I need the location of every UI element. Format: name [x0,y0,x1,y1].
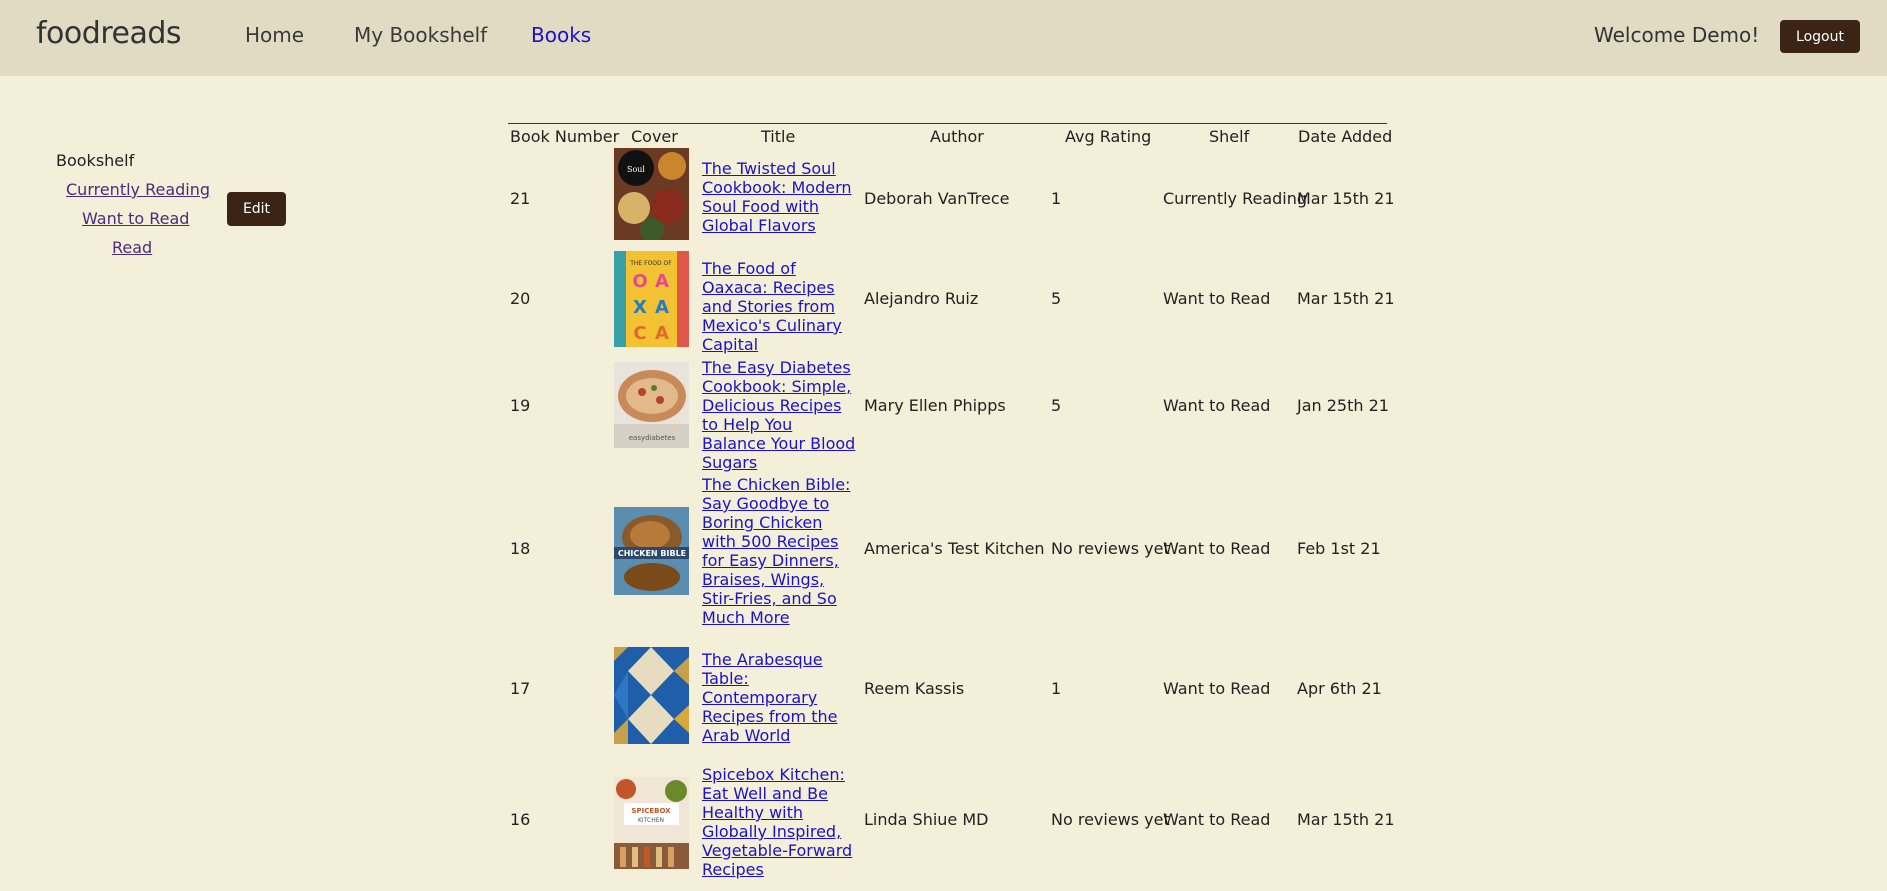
sidebar-link-want-to-read[interactable]: Want to Read [82,209,189,228]
sidebar-heading: Bookshelf [56,151,135,170]
book-cover-image[interactable]: CHICKEN BIBLE [614,507,689,595]
header-cover: Cover [631,127,678,146]
book-title-link[interactable]: The Food of Oaxaca: Recipes and Stories … [702,259,860,354]
table-top-border [508,123,1387,124]
sidebar-link-currently-reading[interactable]: Currently Reading [66,180,210,199]
book-shelf: Want to Read [1163,289,1271,308]
book-title-link[interactable]: The Easy Diabetes Cookbook: Simple, Deli… [702,358,860,472]
header-avg-rating: Avg Rating [1065,127,1152,146]
header-author: Author [930,127,984,146]
book-shelf: Want to Read [1163,679,1271,698]
book-title-link[interactable]: The Twisted Soul Cookbook: Modern Soul F… [702,159,860,235]
top-navbar: foodreads Home My Bookshelf Books Welcom… [0,0,1887,76]
svg-text:easydiabetes: easydiabetes [629,434,676,442]
table-row: 17 The Arabesque Table: Contemporary Rec… [508,636,1387,754]
book-shelf: Want to Read [1163,396,1271,415]
book-title-link[interactable]: The Arabesque Table: Contemporary Recipe… [702,650,860,745]
header-shelf: Shelf [1209,127,1250,146]
sidebar-link-read[interactable]: Read [112,238,152,257]
nav-books[interactable]: Books [531,23,591,47]
book-cover-image[interactable] [614,647,689,744]
book-avg-rating: 1 [1051,189,1062,208]
book-date-added: Mar 15th 21 [1297,810,1395,829]
book-author: Mary Ellen Phipps [864,396,1006,415]
book-date-added: Mar 15th 21 [1297,289,1395,308]
svg-text:Soul: Soul [627,165,645,174]
edit-button[interactable]: Edit [227,192,286,226]
table-row: SPICEBOX KITCHEN 16 Spicebox Kitchen: Ea… [508,754,1395,891]
svg-text:THE FOOD OF: THE FOOD OF [629,260,672,267]
svg-text:C: C [633,323,646,344]
book-avg-rating: No reviews yet [1051,810,1170,829]
book-cover-image[interactable]: THE FOOD OF O A X A C A [614,251,689,347]
nav-my-bookshelf[interactable]: My Bookshelf [354,23,487,47]
svg-text:KITCHEN: KITCHEN [638,817,664,824]
book-shelf: Want to Read [1163,539,1271,558]
book-cover-image[interactable]: SPICEBOX KITCHEN [614,777,689,869]
book-avg-rating: 1 [1051,679,1062,698]
book-title-link[interactable]: Spicebox Kitchen: Eat Well and Be Health… [702,765,860,879]
book-author: Alejandro Ruiz [864,289,979,308]
book-avg-rating: No reviews yet [1051,539,1170,558]
book-cover-image[interactable]: easydiabetes [614,362,689,448]
book-date-added: Apr 6th 21 [1297,679,1382,698]
book-number: 18 [510,539,531,558]
table-row: easydiabetes 19 The Easy Diabetes Cookbo… [508,350,1389,472]
table-row: 21 Soul The Twisted Soul Cookbook: Moder… [508,148,1395,248]
table-row: THE FOOD OF O A X A C A 20 The Food of O… [508,248,1395,354]
book-cover-image[interactable]: Soul [614,148,689,240]
book-author: Deborah VanTrece [864,189,1010,208]
table-row: CHICKEN BIBLE 18 The Chicken Bible: Say … [508,467,1387,636]
book-number: 17 [510,679,531,698]
header-book-number: Book Number [510,127,620,146]
book-date-added: Mar 15th 21 [1297,189,1395,208]
svg-text:A: A [655,271,669,292]
book-author: Linda Shiue MD [864,810,989,829]
svg-text:X: X [633,297,647,318]
header-title: Title [761,127,796,146]
book-shelf: Want to Read [1163,810,1271,829]
book-number: 21 [510,189,531,208]
book-title-link[interactable]: The Chicken Bible: Say Goodbye to Boring… [702,475,860,627]
svg-text:SPICEBOX: SPICEBOX [631,807,671,815]
book-avg-rating: 5 [1051,289,1062,308]
book-author: Reem Kassis [864,679,965,698]
book-number: 19 [510,396,531,415]
logo[interactable]: foodreads [36,16,182,51]
header-date-added: Date Added [1298,127,1393,146]
book-author: America's Test Kitchen [864,539,1045,558]
book-date-added: Jan 25th 21 [1297,396,1389,415]
svg-text:O: O [632,271,647,292]
book-date-added: Feb 1st 21 [1297,539,1381,558]
book-avg-rating: 5 [1051,396,1062,415]
nav-home[interactable]: Home [245,23,304,47]
logout-button[interactable]: Logout [1780,20,1860,53]
book-shelf: Currently Reading [1163,189,1308,208]
book-number: 20 [510,289,531,308]
svg-text:CHICKEN BIBLE: CHICKEN BIBLE [618,549,686,558]
svg-text:A: A [655,297,669,318]
svg-text:A: A [655,323,669,344]
welcome-text: Welcome Demo! [1594,23,1760,47]
book-number: 16 [510,810,531,829]
